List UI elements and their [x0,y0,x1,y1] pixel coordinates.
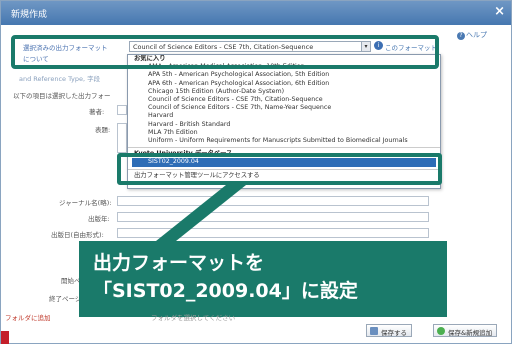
add-icon [437,327,445,335]
help-icon: ? [457,32,465,40]
save-button-label: 保存する [381,329,407,337]
year-label: 出版年: [88,215,110,223]
title-label: 表題: [95,126,111,134]
author-field[interactable] [117,105,127,115]
new-reference-dialog: 新規作成 × ? ヘルプ 選択済みの出力フォーマット について Council o… [0,0,512,344]
format-option[interactable]: Harvard [128,112,440,120]
format-option[interactable]: MLA 7th Edition [128,129,440,137]
journal-label: ジャーナル名(略): [59,199,112,207]
save-and-new-label: 保存&新規追加 [448,329,493,337]
selected-option-highlight [117,153,442,185]
ref-type-label: and Reference Type, 字段 [19,75,101,83]
red-page-marker [1,331,9,344]
callout-line-1: 出力フォーマットを [93,252,265,274]
pubdate-field[interactable] [117,228,429,238]
format-option[interactable]: APA 6th - American Psychological Associa… [128,80,440,88]
author-label: 著者: [89,108,105,116]
format-option[interactable]: Uniform - Uniform Requirements for Manus… [128,137,440,145]
folder-hint: フォルダを選択してください [151,314,236,322]
format-option[interactable]: Council of Science Editors - CSE 7th, Ci… [128,96,440,104]
format-option[interactable]: Council of Science Editors - CSE 7th, Na… [128,104,440,112]
help-link[interactable]: ? ヘルプ [457,30,487,40]
dropdown-divider [128,147,440,149]
format-option[interactable]: APA 5th - American Psychological Associa… [128,71,440,79]
pubdate-label: 出版日(自由形式): [51,231,104,239]
instruction-callout: 出力フォーマットを 「SIST02_2009.04」に設定 [79,241,447,317]
close-icon[interactable]: × [494,4,505,19]
journal-field[interactable] [117,196,429,206]
format-row-highlight [11,35,439,69]
end-page-label: 終了ページ [49,295,82,303]
save-icon [370,327,378,335]
callout-line-2: 「SIST02_2009.04」に設定 [93,280,358,302]
instruction-label: 以下の項目は選択した出力フォー [13,92,111,100]
title-field[interactable] [117,123,127,153]
year-field[interactable] [117,212,429,222]
window-title: 新規作成 [11,10,48,20]
add-to-folder-link[interactable]: フォルダに追加 [5,312,51,322]
help-label: ヘルプ [466,31,487,39]
format-option[interactable]: Harvard - British Standard [128,121,440,129]
save-button[interactable]: 保存する [366,324,412,337]
title-bar: 新規作成 × [1,1,511,25]
format-option[interactable]: Chicago 15th Edition (Author-Date System… [128,88,440,96]
save-and-new-button[interactable]: 保存&新規追加 [433,324,498,337]
